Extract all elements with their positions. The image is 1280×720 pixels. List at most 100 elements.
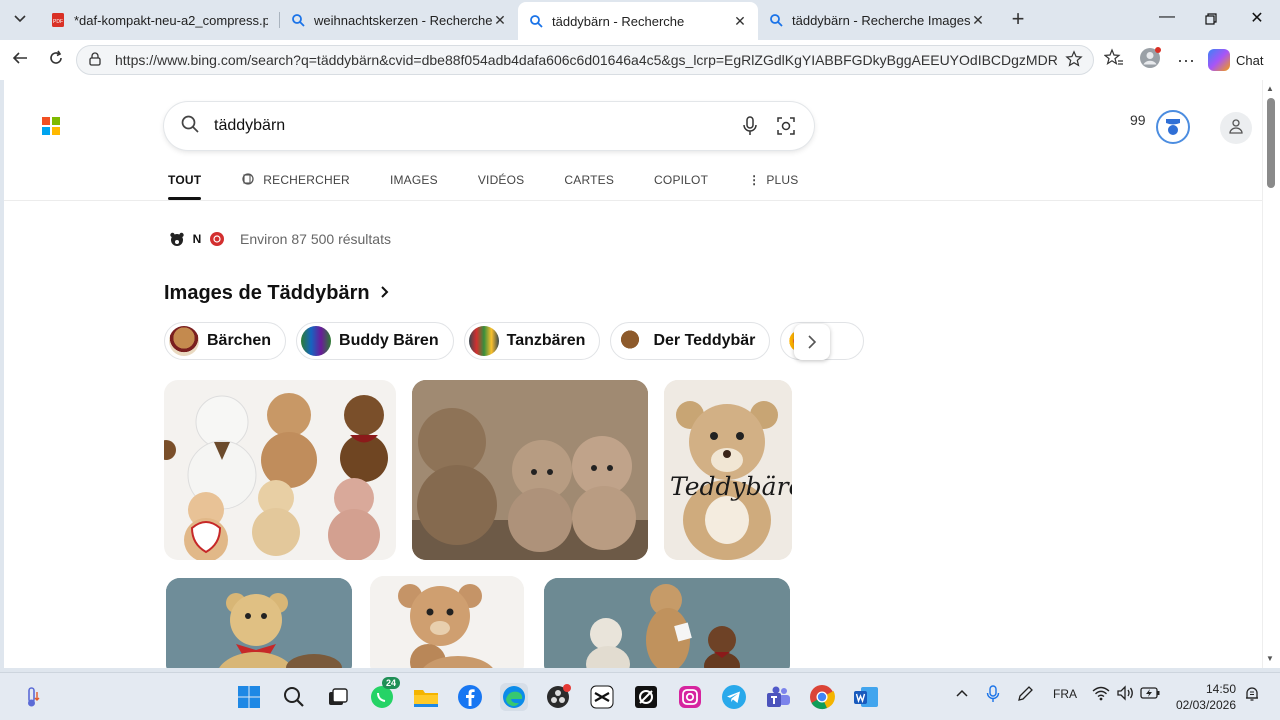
input-language[interactable]: FRA	[1053, 687, 1077, 701]
chip-thumbnail	[615, 326, 646, 356]
word-icon[interactable]	[852, 683, 880, 711]
whatsapp-icon[interactable]: 24	[368, 677, 401, 711]
minimize-button[interactable]: —	[1154, 8, 1180, 32]
scope-images[interactable]: IMAGES	[390, 168, 438, 192]
microsoft-logo[interactable]	[42, 117, 60, 135]
scrollbar-thumb[interactable]	[1267, 98, 1275, 188]
scope-more[interactable]: ⋮ PLUS	[748, 168, 798, 192]
wifi-icon[interactable]	[1092, 685, 1110, 704]
page-scrollbar[interactable]: ▲ ▼	[1262, 80, 1280, 668]
avatar	[1139, 46, 1161, 74]
capcut-icon[interactable]	[588, 683, 616, 711]
scope-videos[interactable]: VIDÉOS	[478, 168, 525, 192]
image-result-bear-red-bow[interactable]	[166, 578, 352, 668]
sign-in-profile-button[interactable]	[1220, 112, 1252, 144]
tab-weihnachtskerzen[interactable]: weihnachtskerzen - Recherche ✕	[280, 4, 518, 36]
task-view-icon[interactable]	[324, 683, 352, 711]
address-bar[interactable]: https://www.bing.com/search?q=täddybärn&…	[76, 45, 1094, 75]
capcut-dark-icon[interactable]	[632, 683, 660, 711]
tab-taddybarn-active[interactable]: täddybärn - Recherche ✕	[518, 2, 758, 40]
teams-icon[interactable]	[764, 683, 792, 711]
close-tab-icon[interactable]: ✕	[970, 12, 986, 29]
favorites-button[interactable]	[1102, 47, 1126, 72]
chip-barchen[interactable]: Bärchen	[164, 322, 287, 360]
image-result-teddybaren-text[interactable]: Teddybären	[664, 380, 792, 560]
close-tab-icon[interactable]: ✕	[732, 13, 748, 30]
refresh-button[interactable]	[44, 48, 68, 72]
site-info-icon[interactable]	[87, 51, 103, 70]
refresh-icon	[47, 49, 65, 72]
chip-der-teddybar[interactable]: Der Teddybär	[610, 322, 771, 360]
restore-button[interactable]	[1198, 8, 1224, 32]
whatsapp-badge: 24	[382, 677, 401, 689]
favorite-star-icon[interactable]	[1065, 49, 1083, 71]
chevron-right-icon	[380, 285, 390, 303]
chip-thumbnail	[169, 326, 199, 356]
chrome-icon[interactable]	[808, 683, 836, 711]
search-input[interactable]: täddybärn	[214, 117, 726, 135]
chips-next-button[interactable]	[794, 324, 830, 360]
rewards-points[interactable]: 99	[1130, 112, 1146, 128]
telegram-icon[interactable]	[720, 683, 748, 711]
search-icon	[528, 13, 544, 29]
search-box[interactable]: täddybärn	[164, 102, 814, 150]
settings-more-button[interactable]: ···	[1174, 48, 1198, 72]
close-window-button[interactable]: ✕	[1244, 8, 1270, 32]
pdf-icon: PDF	[50, 12, 66, 28]
back-button[interactable]	[8, 48, 32, 72]
rewards-icon[interactable]	[1156, 110, 1190, 144]
taskbar-search-icon[interactable]	[280, 683, 308, 711]
notifications-icon[interactable]	[1244, 686, 1260, 705]
scope-all[interactable]: TOUT	[168, 168, 202, 200]
related-chips: Bärchen Buddy Bären Tanzbären Der Teddyb…	[164, 322, 874, 360]
microphone-tray-icon[interactable]	[986, 685, 1000, 706]
chip-thumbnail	[468, 326, 499, 356]
windows-taskbar: 24 FRA 14:50 02/03/2026	[0, 672, 1280, 720]
visual-search-icon[interactable]	[774, 114, 798, 138]
image-result-bears-group[interactable]	[544, 578, 790, 668]
chip-buddy-baren[interactable]: Buddy Bären	[296, 322, 454, 360]
tab-title: weihnachtskerzen - Recherche	[314, 12, 492, 28]
scroll-down-arrow-icon[interactable]: ▼	[1266, 654, 1274, 663]
profile-button[interactable]	[1138, 46, 1162, 74]
instagram-icon[interactable]	[676, 683, 704, 711]
n-logo-icon: N	[192, 232, 202, 246]
file-explorer-icon[interactable]	[412, 683, 440, 711]
edge-icon[interactable]	[500, 683, 528, 711]
search-icon	[180, 114, 200, 139]
bing-results-page: täddybärn 99 TOUT RECHERCHER IMAGES VIDÉ…	[4, 80, 1262, 668]
chip-tanzbaren[interactable]: Tanzbären	[463, 322, 601, 360]
close-tab-icon[interactable]: ✕	[492, 12, 508, 29]
microphone-icon[interactable]	[738, 114, 762, 138]
battery-icon[interactable]	[1140, 686, 1160, 703]
system-clock[interactable]: 14:50 02/03/2026	[1172, 681, 1236, 713]
start-button[interactable]	[235, 683, 263, 711]
scope-maps[interactable]: CARTES	[564, 168, 614, 192]
volume-icon[interactable]	[1116, 685, 1134, 704]
chip-thumbnail	[301, 326, 332, 356]
arrow-left-icon	[11, 49, 29, 72]
weather-widget-icon[interactable]	[18, 683, 46, 711]
chat-label: Chat	[1236, 52, 1264, 68]
scroll-up-arrow-icon[interactable]: ▲	[1266, 84, 1274, 93]
obs-icon[interactable]	[544, 683, 572, 711]
image-result-three-bears[interactable]	[412, 380, 648, 560]
user-icon	[1228, 118, 1244, 139]
scope-more-label: PLUS	[766, 173, 799, 187]
scope-copilot[interactable]: COPILOT	[654, 168, 708, 192]
show-hidden-icons-chevron[interactable]	[956, 687, 968, 701]
facebook-icon[interactable]	[456, 683, 484, 711]
tab-taddybarn-images[interactable]: täddybärn - Recherche Images ✕	[758, 4, 996, 36]
copilot-chat-button[interactable]: Chat	[1208, 48, 1263, 72]
pen-menu-icon[interactable]	[1016, 685, 1034, 706]
search-scopes: TOUT RECHERCHER IMAGES VIDÉOS CARTES COP…	[168, 168, 838, 200]
tab-pdf[interactable]: PDF *daf-kompakt-neu-a2_compress.p	[40, 4, 278, 36]
scope-search[interactable]: RECHERCHER	[241, 168, 350, 192]
url-text: https://www.bing.com/search?q=täddybärn&…	[115, 52, 1057, 68]
images-section-heading[interactable]: Images de Täddybärn	[164, 282, 390, 305]
tab-actions-menu-button[interactable]	[6, 6, 34, 34]
new-tab-button[interactable]: +	[1004, 6, 1032, 34]
image-result-bear-hug[interactable]	[370, 576, 524, 668]
tab-strip: PDF *daf-kompakt-neu-a2_compress.p weihn…	[0, 0, 1280, 40]
image-result-teddy-collage[interactable]	[164, 380, 396, 560]
